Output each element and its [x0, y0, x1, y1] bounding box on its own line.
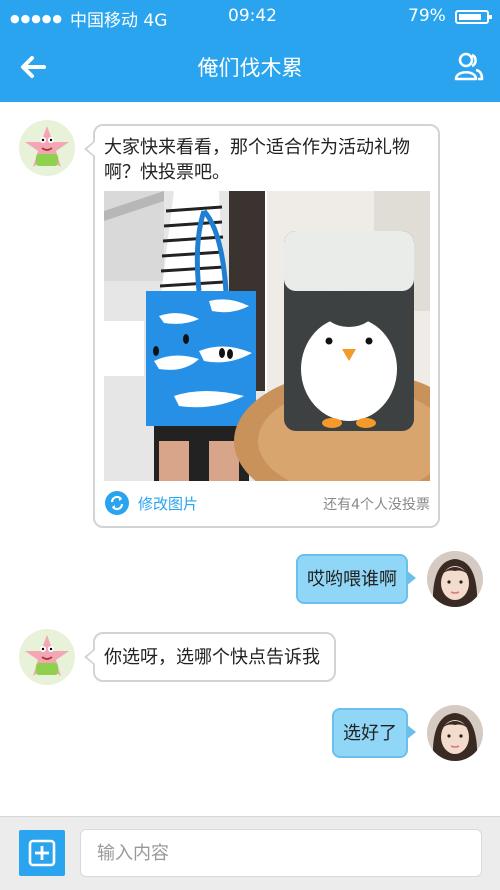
girl-portrait-icon [427, 705, 483, 761]
chat-area[interactable]: 大家快来看看，那个适合作为活动礼物啊？快投票吧。 修改图片 还有4个人没投票 哎… [0, 102, 500, 816]
refresh-cycle-icon [105, 491, 129, 515]
group-members-button[interactable] [454, 51, 484, 83]
signal-dots: ●●●●● [10, 12, 63, 25]
plus-square-icon [28, 839, 56, 867]
poll-message-bubble[interactable]: 大家快来看看，那个适合作为活动礼物啊？快投票吧。 修改图片 还有4个人没投票 [84, 124, 474, 528]
message-text: 哎哟喂谁啊 [307, 569, 397, 590]
message-input[interactable] [80, 829, 482, 877]
patrick-star-avatar[interactable] [19, 120, 75, 176]
page-title: 俺们伐木累 [197, 56, 303, 80]
message-text: 选好了 [343, 723, 397, 744]
poll-images [104, 191, 474, 511]
status-bar: ●●●●● 中国移动 4G 09:42 79% [0, 0, 500, 34]
edit-images-button[interactable]: 修改图片 [104, 490, 198, 516]
patrick-star-avatar[interactable] [19, 629, 75, 685]
self-message-bubble[interactable]: 哎哟喂谁啊 [296, 554, 416, 604]
carrier-label: 中国移动 4G [70, 11, 168, 31]
add-attachment-button[interactable] [19, 830, 65, 876]
patrick-star-icon [25, 126, 69, 167]
clock: 09:42 [228, 6, 277, 26]
battery-percent: 79% [408, 6, 446, 26]
poll-footer: 修改图片 还有4个人没投票 [104, 488, 430, 520]
message-text: 大家快来看看，那个适合作为活动礼物啊？快投票吧。 [104, 137, 410, 183]
battery-icon [455, 10, 492, 24]
message-text: 你选呀，选哪个快点告诉我 [104, 647, 320, 668]
top-bar: ●●●●● 中国移动 4G 09:42 79% 俺们伐木累 [0, 0, 500, 102]
girl-avatar[interactable] [427, 705, 483, 761]
composer-bar [0, 816, 500, 890]
patrick-star-icon [25, 635, 69, 676]
edit-images-label: 修改图片 [138, 494, 199, 513]
group-users-icon [454, 52, 484, 81]
message-bubble[interactable]: 你选呀，选哪个快点告诉我 [84, 632, 336, 682]
girl-portrait-icon [427, 551, 483, 607]
remaining-voters-text: 还有4个人没投票 [323, 497, 430, 513]
girl-avatar[interactable] [427, 551, 483, 607]
self-message-bubble[interactable]: 选好了 [332, 708, 416, 758]
